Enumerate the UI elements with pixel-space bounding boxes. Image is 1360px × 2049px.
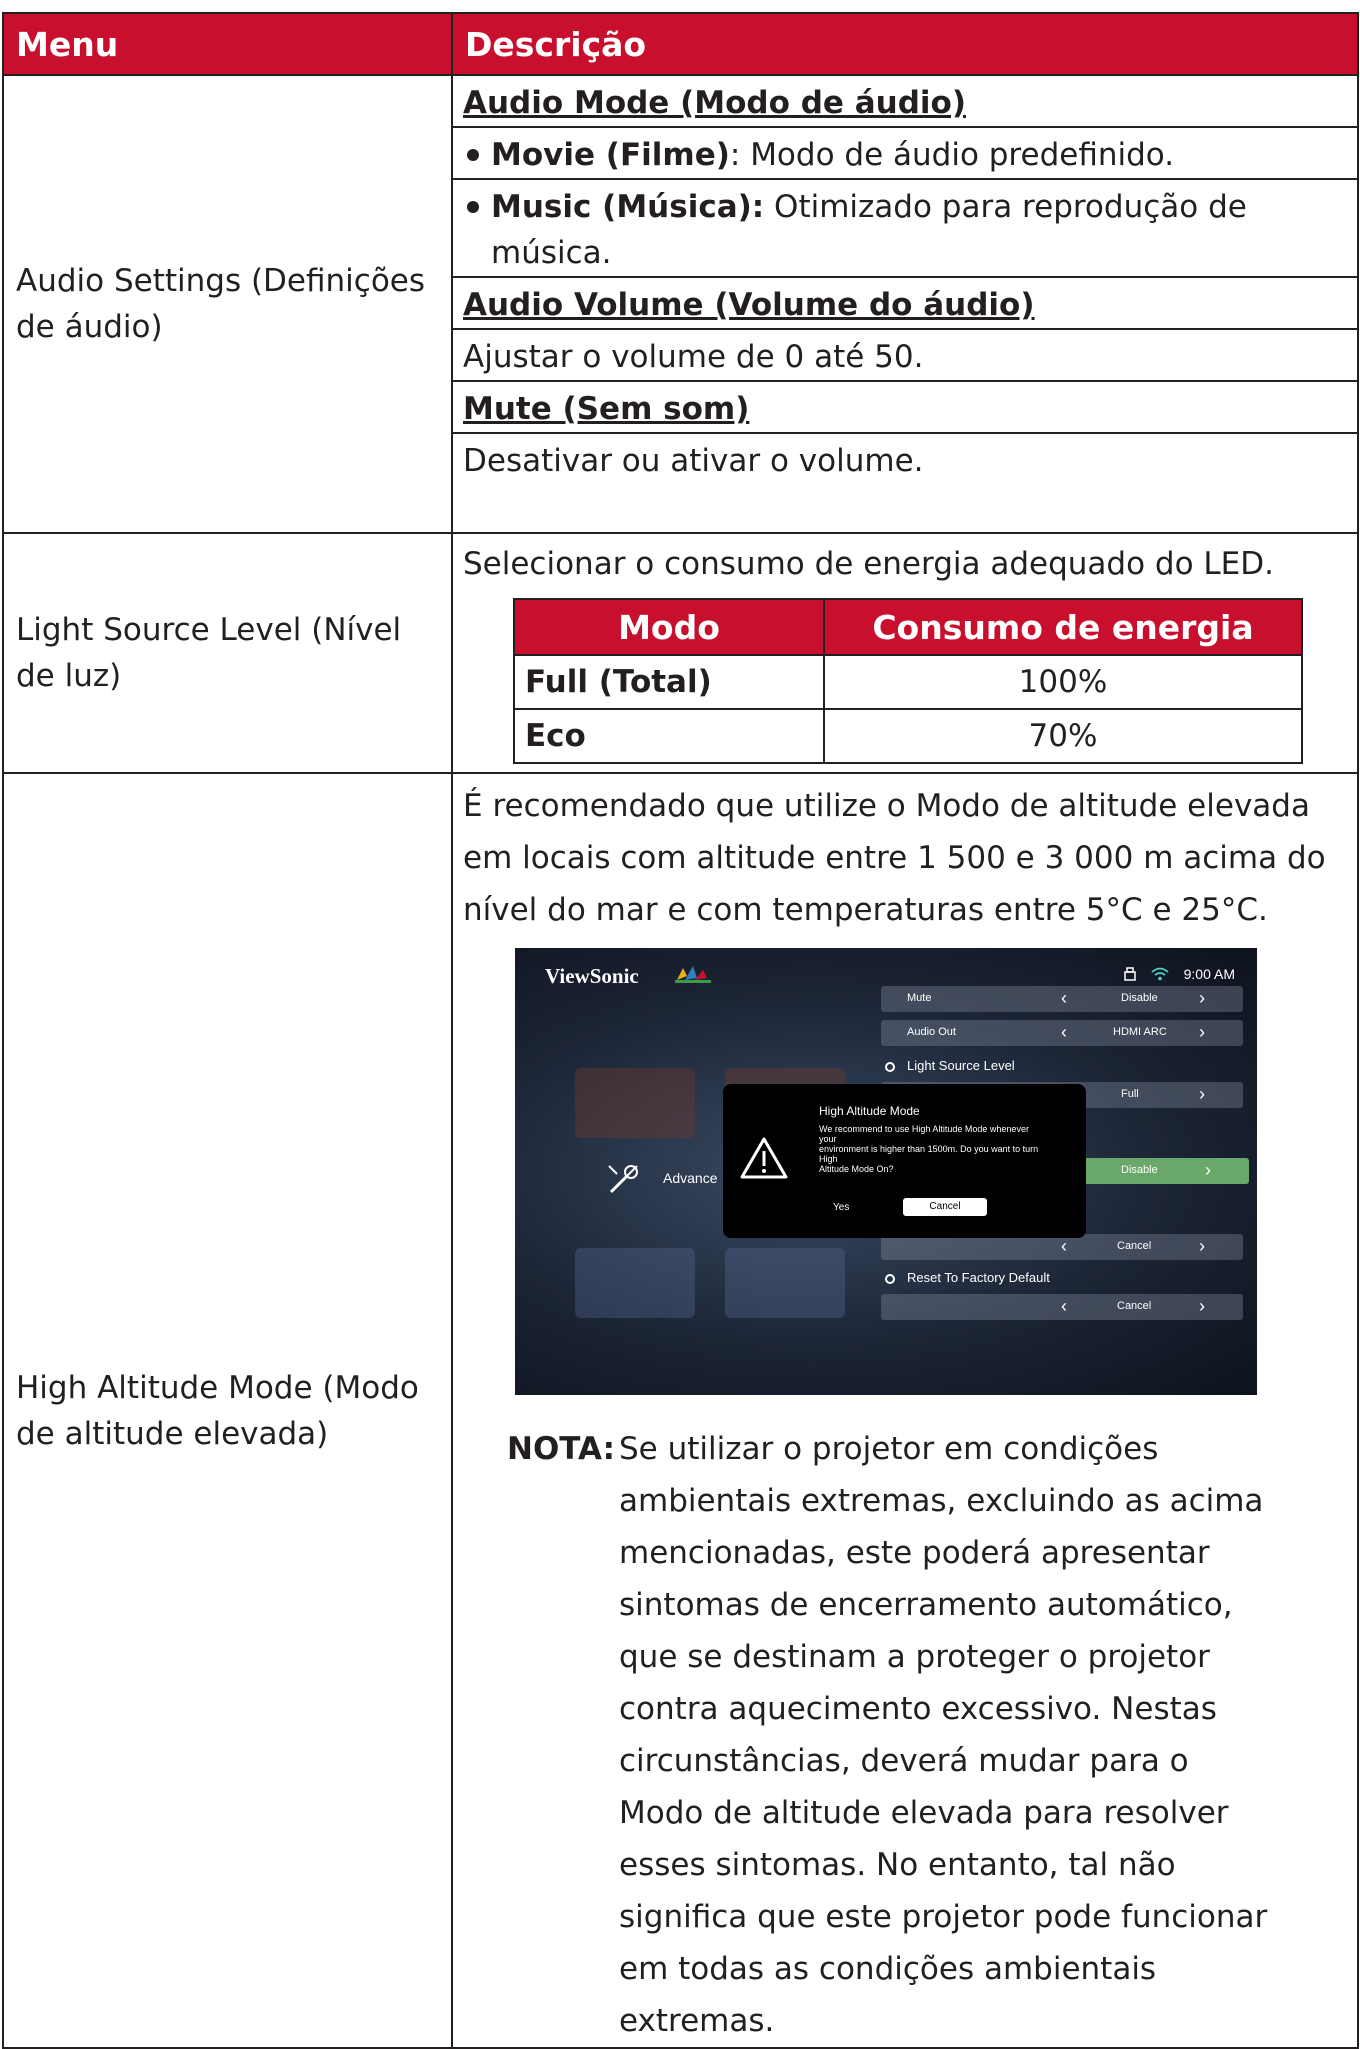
status-bar: 9:00 AM [1123, 966, 1235, 982]
viewsonic-logo: ViewSonic [545, 964, 639, 988]
section-light-source: Light Source Level [885, 1058, 1015, 1073]
dialog-title: High Altitude Mode [819, 1104, 920, 1118]
bullet-movie: Movie (Filme): Modo de áudio predefinido… [453, 128, 1357, 180]
viewsonic-birds-icon [675, 966, 711, 983]
chevron-left-icon[interactable]: ‹ [1061, 1296, 1067, 1317]
header-menu: Menu [2, 12, 453, 76]
clock: 9:00 AM [1183, 966, 1235, 982]
table-row: Eco 70% [513, 708, 1303, 764]
desc-audio-settings: Audio Mode (Modo de áudio) Movie (Filme)… [451, 74, 1359, 534]
row-value: Full [1121, 1088, 1139, 1100]
tools-icon [608, 1165, 638, 1194]
menu-description-table: Menu Descrição Audio Settings (Definiçõe… [2, 12, 1359, 2049]
music-text: Otimizado para reprodução de [764, 189, 1247, 225]
movie-text: : Modo de áudio predefinido. [729, 137, 1175, 173]
row-value: Cancel [1117, 1300, 1152, 1312]
advanced-label: Advance [663, 1170, 718, 1186]
settings-row-reset-factory[interactable]: ‹ Cancel › [881, 1294, 1243, 1320]
row-label: Audio Out [907, 1026, 956, 1038]
mute-heading: Mute (Sem som) [453, 382, 1357, 434]
chevron-left-icon[interactable]: ‹ [1061, 988, 1067, 1009]
bullet-dot [467, 200, 479, 213]
music-text-cont: música. [491, 235, 612, 271]
power-table: Modo Consumo de energia Full (Total) 100… [513, 598, 1303, 764]
mute-text: Desativar ou ativar o volume. [463, 443, 924, 479]
row-value: Cancel [1117, 1240, 1152, 1252]
bullet-music: Music (Música): Otimizado para reproduçã… [453, 180, 1357, 278]
audio-mode-heading: Audio Mode (Modo de áudio) [453, 76, 1357, 128]
row-value: HDMI ARC [1113, 1026, 1167, 1038]
power-cell: 70% [823, 708, 1303, 764]
desc-light-source: Selecionar o consumo de energia adequado… [451, 532, 1359, 774]
chevron-right-icon[interactable]: › [1199, 988, 1205, 1009]
projector-menu-screenshot: ViewSonic 9:00 AM Mute ‹ Disable › Audio… [515, 948, 1257, 1395]
row-label: Mute [907, 992, 932, 1004]
setting-icon [885, 1061, 895, 1072]
table-row: Full (Total) 100% [513, 654, 1303, 710]
chevron-right-icon[interactable]: › [1205, 1160, 1211, 1181]
light-intro: Selecionar o consumo de energia adequado… [463, 546, 1274, 582]
background-tile [725, 1248, 845, 1318]
row-value: Disable [1121, 1164, 1158, 1176]
table-row-high-altitude: High Altitude Mode (Modo de altitude ele… [2, 772, 1359, 2049]
usb-icon [1123, 967, 1136, 981]
power-cell: 100% [823, 654, 1303, 710]
menu-audio-settings: Audio Settings (Definições de áudio) [2, 74, 453, 534]
chevron-right-icon[interactable]: › [1199, 1022, 1205, 1043]
bullet-dot [467, 148, 479, 161]
col-power: Consumo de energia [823, 598, 1303, 656]
settings-row-mute[interactable]: Mute ‹ Disable › [881, 986, 1243, 1012]
table-row-light-source: Light Source Level (Nível de luz) Seleci… [2, 532, 1359, 774]
chevron-right-icon[interactable]: › [1199, 1236, 1205, 1257]
row-value: Disable [1121, 992, 1158, 1004]
background-tile [575, 1068, 695, 1138]
col-mode: Modo [513, 598, 825, 656]
audio-volume-text: Ajustar o volume de 0 até 50. [453, 330, 1357, 382]
dialog-body: We recommend to use High Altitude Mode w… [819, 1124, 1039, 1174]
table-row-audio-settings: Audio Settings (Definições de áudio) Aud… [2, 74, 1359, 534]
section-label: Light Source Level [907, 1058, 1015, 1073]
note-label: NOTA: [507, 1431, 616, 1467]
note-block: NOTA: Se utilizar o projetor em condiçõe… [507, 1423, 1277, 2047]
chevron-right-icon[interactable]: › [1199, 1084, 1205, 1105]
menu-light-source: Light Source Level (Nível de luz) [2, 532, 453, 774]
table-header-row: Menu Descrição [2, 12, 1359, 76]
mode-cell: Eco [513, 708, 825, 764]
header-description: Descrição [451, 12, 1359, 76]
audio-volume-heading: Audio Volume (Volume do áudio) [453, 278, 1357, 330]
desc-high-altitude: É recomendado que utilize o Modo de alti… [451, 772, 1359, 2049]
settings-row-audio-out[interactable]: Audio Out ‹ HDMI ARC › [881, 1020, 1243, 1046]
movie-label: Movie (Filme) [491, 137, 730, 173]
section-reset-factory: Reset To Factory Default [885, 1270, 1050, 1285]
cancel-button[interactable]: Cancel [903, 1198, 987, 1216]
background-tile [575, 1248, 695, 1318]
chevron-left-icon[interactable]: ‹ [1061, 1236, 1067, 1257]
section-label: Reset To Factory Default [907, 1270, 1050, 1285]
power-table-header: Modo Consumo de energia [513, 598, 1303, 656]
menu-high-altitude: High Altitude Mode (Modo de altitude ele… [2, 772, 453, 2049]
music-label: Music (Música): [491, 189, 765, 225]
warning-icon [740, 1137, 788, 1179]
wifi-icon [1151, 967, 1169, 981]
setting-icon [885, 1273, 895, 1284]
chevron-right-icon[interactable]: › [1199, 1296, 1205, 1317]
note-text: Se utilizar o projetor em condições ambi… [619, 1431, 1268, 2039]
yes-button[interactable]: Yes [833, 1202, 849, 1213]
high-altitude-dialog: High Altitude Mode We recommend to use H… [723, 1084, 1086, 1238]
chevron-left-icon[interactable]: ‹ [1061, 1022, 1067, 1043]
mode-cell: Full (Total) [513, 654, 825, 710]
altitude-intro: É recomendado que utilize o Modo de alti… [463, 788, 1326, 928]
